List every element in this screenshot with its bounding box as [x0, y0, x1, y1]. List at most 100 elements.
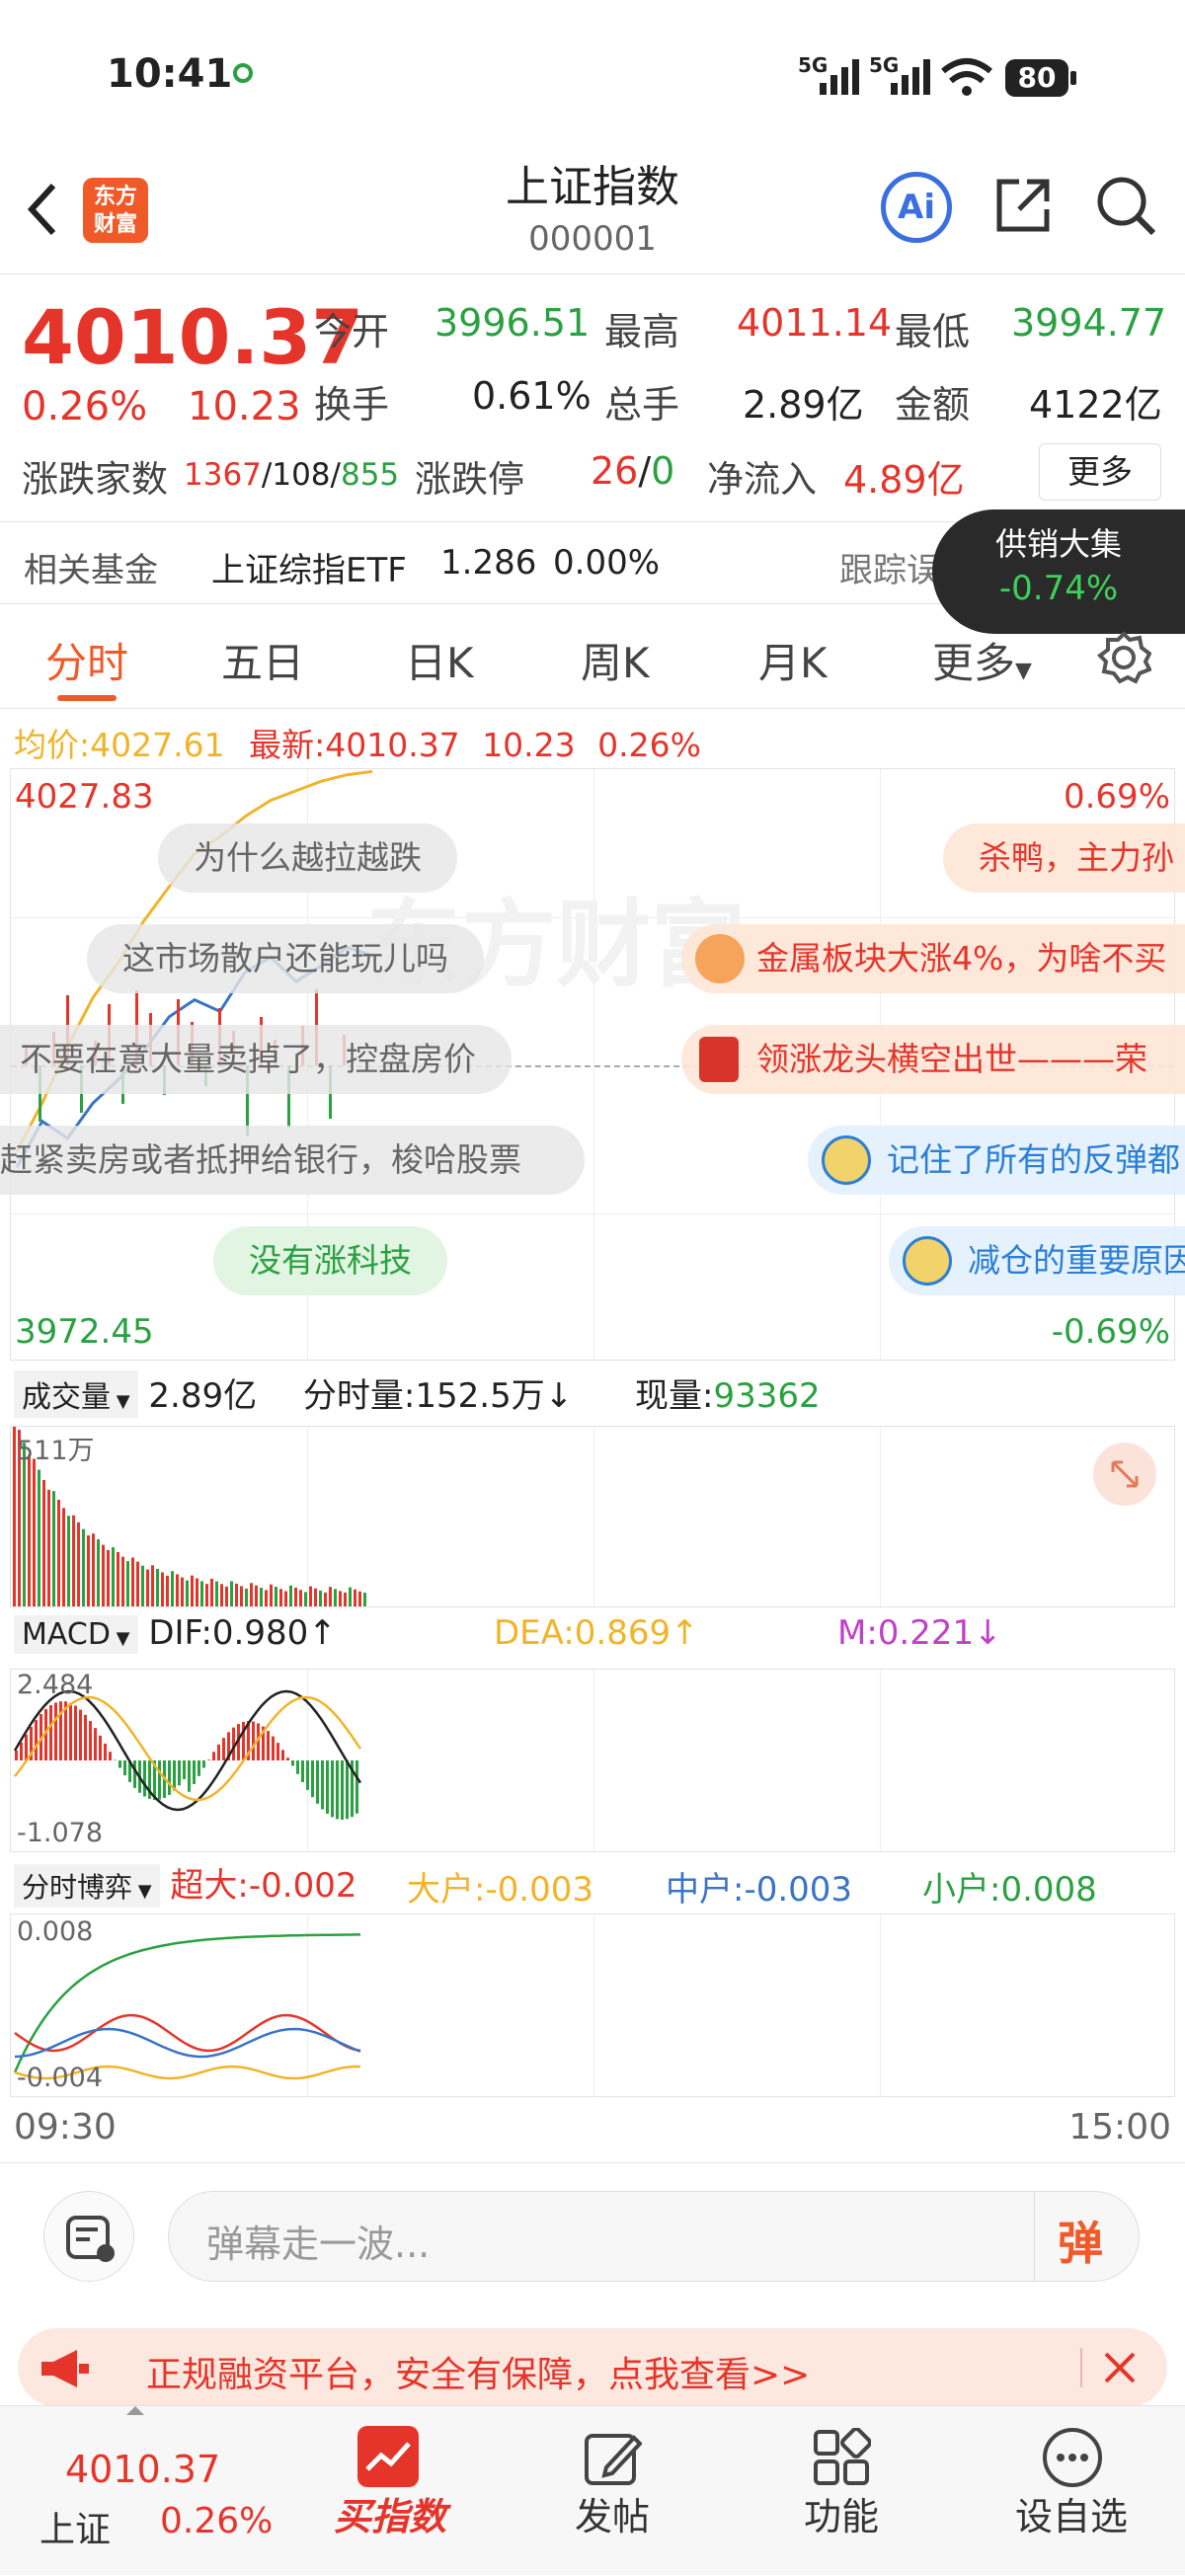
- status-time: 10:41: [107, 51, 232, 97]
- danmaku-bubble[interactable]: 减仓的重要原因: [889, 1226, 1185, 1295]
- macd-bar: [207, 1759, 210, 1760]
- volume-bar: [314, 1589, 317, 1606]
- flow-chart-panel[interactable]: 0.008 -0.004: [10, 1913, 1175, 2097]
- flow-mid: 中户:-0.003: [666, 1862, 852, 1911]
- fund-label: 相关基金: [24, 543, 158, 591]
- volume-bar: [334, 1589, 337, 1606]
- volume-bar: [235, 1584, 238, 1606]
- search-icon[interactable]: [1094, 174, 1157, 237]
- back-arrow-icon[interactable]: [22, 180, 61, 239]
- danmaku-bubble[interactable]: 金属板块大涨4%，为啥不买: [681, 924, 1185, 993]
- macd-min-label: -1.078: [17, 1818, 103, 1848]
- functions-label: 功能: [782, 2486, 901, 2540]
- volume-bar: [344, 1593, 347, 1606]
- flow-max-label: 0.008: [17, 1916, 93, 1947]
- volume-bar: [62, 1508, 65, 1606]
- add-watchlist-label: 设自选: [1007, 2486, 1136, 2540]
- volume-bar: [358, 1592, 361, 1606]
- latest-change: 10.23: [482, 726, 575, 764]
- macd-bar: [158, 1760, 161, 1800]
- danmaku-bubble[interactable]: 没有涨科技: [213, 1226, 447, 1295]
- danmaku-settings-icon: [44, 2192, 135, 2283]
- close-icon[interactable]: [1100, 2348, 1140, 2387]
- danmaku-bubble[interactable]: 杀鸭，主力孙: [943, 823, 1185, 893]
- volume-chart-panel[interactable]: 511万: [10, 1426, 1175, 1607]
- avg-label: 均价:: [14, 726, 90, 764]
- volume-bar: [13, 1427, 16, 1606]
- battery-level: 80: [1005, 59, 1068, 97]
- post-button[interactable]: 发帖: [553, 2406, 672, 2576]
- volume-bar: [275, 1587, 277, 1606]
- volume-bar: [294, 1588, 297, 1606]
- settings-gear-icon[interactable]: [1096, 630, 1151, 685]
- functions-button[interactable]: 功能: [782, 2406, 901, 2576]
- macd-bar: [54, 1702, 57, 1760]
- wifi-icon: [940, 57, 993, 97]
- flow-small: 小户:0.008: [922, 1862, 1097, 1911]
- macd-bar: [222, 1738, 225, 1760]
- danmaku-bubble[interactable]: 赶紧卖房或者抵押给银行，梭哈股票: [0, 1126, 585, 1195]
- tab-intraday[interactable]: 分时: [45, 630, 128, 690]
- volume-bar: [131, 1557, 134, 1606]
- macd-bar: [291, 1760, 294, 1765]
- danmaku-settings-button[interactable]: [43, 2191, 134, 2282]
- volume-bar: [255, 1586, 258, 1606]
- mini-pct: 0.26%: [160, 2501, 273, 2541]
- promo-banner[interactable]: 正规融资平台，安全有保障，点我查看>>: [18, 2328, 1167, 2407]
- macd-bar: [346, 1760, 349, 1819]
- cow-avatar-icon: [695, 934, 745, 983]
- price-info-line: 均价:4027.61 最新:4010.37 10.23 0.26%: [14, 719, 701, 766]
- macd-chart-panel[interactable]: 2.484 -1.078: [10, 1669, 1175, 1852]
- danmaku-bubble[interactable]: 为什么越拉越跌: [158, 823, 457, 893]
- danmaku-bubble[interactable]: 这市场散户还能玩儿吗: [87, 924, 484, 993]
- macd-bar: [35, 1720, 38, 1760]
- volume-bar: [363, 1593, 366, 1606]
- add-watchlist-button[interactable]: 设自选: [1007, 2406, 1136, 2576]
- now-volume-label: 现量:: [635, 1376, 713, 1416]
- dropdown-arrow-icon: ▼: [111, 1628, 130, 1649]
- macd-bar: [193, 1760, 196, 1784]
- flow-selector[interactable]: 分时博弈 ▼: [14, 1864, 160, 1908]
- index-mini-quote[interactable]: 4010.37 上证 0.26%: [0, 2406, 267, 2576]
- volume-bar: [97, 1539, 100, 1606]
- tab-daily-k[interactable]: 日K: [405, 630, 474, 690]
- app-logo[interactable]: 东方 财富: [83, 178, 148, 243]
- share-icon[interactable]: [991, 174, 1055, 237]
- macd-selector[interactable]: MACD ▼: [14, 1615, 138, 1654]
- danmaku-bubble[interactable]: 领涨龙头横空出世———荣: [681, 1025, 1185, 1094]
- tab-monthly-k[interactable]: 月K: [758, 630, 828, 690]
- danmaku-bubble[interactable]: 不要在意大量卖掉了，控盘房价: [0, 1025, 512, 1094]
- tab-weekly-k[interactable]: 周K: [581, 630, 650, 690]
- flat-count: 108: [272, 457, 330, 493]
- fund-name: 上证综指ETF: [211, 543, 407, 591]
- tab-five-day[interactable]: 五日: [221, 630, 304, 690]
- send-danmaku-button[interactable]: 弹: [1058, 2208, 1103, 2273]
- volume-bars-svg: [11, 1427, 1174, 1606]
- volume-bar: [126, 1561, 129, 1606]
- bar-volume-arrow: ↓: [545, 1376, 574, 1416]
- now-volume-value: 93362: [714, 1376, 821, 1416]
- status-bar: 10:41 5G 5G 80: [0, 0, 1185, 158]
- danmaku-input[interactable]: 弹幕走一波... 弹: [168, 2191, 1140, 2282]
- macd-chart-svg: [11, 1670, 1174, 1851]
- macd-bar: [326, 1760, 329, 1814]
- flow-super: 超大:-0.002: [170, 1866, 356, 1906]
- time-axis-end: 15:00: [1068, 2107, 1171, 2147]
- volume-value: 2.89亿: [743, 374, 864, 429]
- ai-button[interactable]: Ai: [881, 172, 952, 243]
- macd-bar: [178, 1760, 181, 1785]
- macd-bar: [25, 1735, 28, 1760]
- bottom-tab-bar: 4010.37 上证 0.26% 买指数 发帖 功能 设自选: [0, 2405, 1185, 2575]
- volume-selector[interactable]: 成交量 ▼: [14, 1370, 138, 1418]
- buy-index-button[interactable]: 买指数: [326, 2406, 454, 2576]
- tab-more[interactable]: 更多▼: [932, 630, 1032, 690]
- down-count: 855: [341, 457, 399, 493]
- pct-axis-top: 0.69%: [1064, 777, 1170, 817]
- danmaku-bubble[interactable]: 记住了所有的反弹都: [808, 1126, 1185, 1195]
- mid-line: [15, 2029, 360, 2057]
- volume-bar: [260, 1588, 263, 1606]
- inflow-value: 4.89亿: [843, 449, 965, 504]
- danmaku-text: 记住了所有的反弹都: [887, 1140, 1180, 1179]
- more-button[interactable]: 更多: [1039, 443, 1161, 501]
- expand-button[interactable]: [1093, 1443, 1156, 1506]
